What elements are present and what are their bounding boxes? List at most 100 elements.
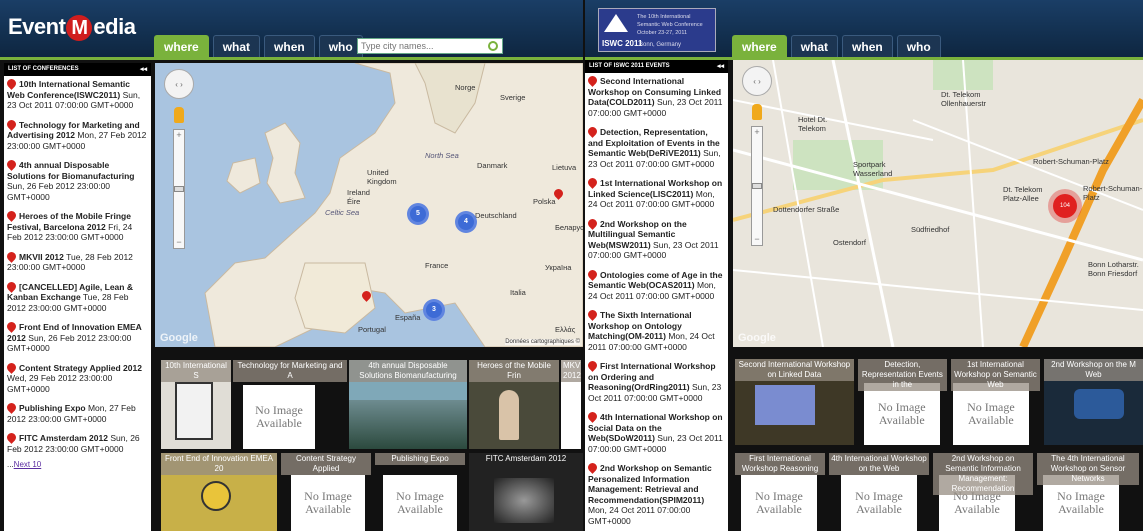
item-title[interactable]: Content Strategy Applied 2012 bbox=[19, 363, 142, 373]
event-thumbnail[interactable]: The 4th International Workshop on Sensor… bbox=[1037, 453, 1139, 531]
google-logo: Google bbox=[738, 332, 776, 344]
logo[interactable]: Event Media bbox=[8, 14, 136, 41]
bonn-map[interactable]: Dt. Telekom Ollenhauerstr Hotel Dt. Tele… bbox=[733, 60, 1143, 347]
list-item[interactable]: 2nd Workshop on the Multilingual Semanti… bbox=[585, 216, 728, 261]
event-thumbnail[interactable]: First International Workshop Reasoning No… bbox=[735, 453, 825, 531]
list-item[interactable]: Publishing Expo Mon, 27 Feb 2012 23:00:0… bbox=[4, 400, 151, 424]
item-title[interactable]: FITC Amsterdam 2012 bbox=[19, 433, 108, 443]
collapse-icon[interactable]: ◂◂ bbox=[717, 62, 724, 70]
tab-when[interactable]: when bbox=[842, 35, 893, 57]
item-title[interactable]: 10th International Semantic Web Conferen… bbox=[7, 79, 130, 100]
event-thumbnail[interactable]: 10th International S bbox=[161, 360, 231, 449]
list-item[interactable]: First International Workshop on Ordering… bbox=[585, 358, 728, 403]
event-thumbnail[interactable]: MKV 2012 bbox=[561, 360, 581, 449]
item-date: Mon, 24 Oct 2011 07:00:00 GMT+0000 bbox=[588, 505, 691, 526]
item-title[interactable]: 4th annual Disposable Solutions for Biom… bbox=[7, 160, 135, 181]
event-thumbnail[interactable]: Second International Workshop on Linked … bbox=[735, 359, 854, 445]
list-item[interactable]: 4th annual Disposable Solutions for Biom… bbox=[4, 157, 151, 202]
event-thumbnail[interactable]: Technology for Marketing and A No Image A… bbox=[233, 360, 347, 449]
pegman-icon[interactable] bbox=[174, 107, 184, 123]
zoom-in-icon[interactable]: + bbox=[752, 128, 762, 137]
list-header: LIST OF CONFERENCES ◂◂ bbox=[4, 63, 151, 76]
item-title[interactable]: Publishing Expo bbox=[19, 403, 86, 413]
europe-map[interactable]: Norge Sverige North Sea United Kingdom I… bbox=[155, 63, 583, 347]
list-item[interactable]: Front End of Innovation EMEA 2012 Sun, 2… bbox=[4, 319, 151, 354]
tab-what[interactable]: what bbox=[790, 35, 839, 57]
item-title[interactable]: MKVII 2012 bbox=[19, 252, 64, 262]
right-panel: The 10th International Semantic Web Confe… bbox=[585, 0, 1143, 531]
list-item[interactable]: Ontologies come of Age in the Semantic W… bbox=[585, 267, 728, 302]
list-item[interactable]: FITC Amsterdam 2012 Sun, 26 Feb 2012 23:… bbox=[4, 430, 151, 454]
list-item[interactable]: Second International Workshop on Consumi… bbox=[585, 73, 728, 118]
event-thumbnail[interactable]: Heroes of the Mobile Frin bbox=[469, 360, 559, 449]
map-cluster-marker[interactable]: 4 bbox=[455, 211, 477, 233]
event-thumbnail[interactable]: 1st International Workshop on Semantic W… bbox=[950, 359, 1040, 445]
pan-control[interactable]: ‹ › bbox=[164, 69, 194, 99]
zoom-slider-thumb[interactable] bbox=[174, 186, 184, 192]
header: Event Media where what when who bbox=[0, 0, 583, 60]
list-item[interactable]: [CANCELLED] Agile, Lean & Kanban Exchang… bbox=[4, 279, 151, 314]
map-cluster-marker[interactable]: 5 bbox=[407, 203, 429, 225]
zoom-in-icon[interactable]: + bbox=[174, 131, 184, 140]
map-pin-icon bbox=[5, 431, 18, 444]
zoom-slider[interactable]: + − bbox=[173, 129, 185, 249]
map-label: Dt. Telekom Platz-Allee bbox=[1003, 185, 1043, 203]
zoom-out-icon[interactable]: − bbox=[174, 238, 184, 247]
tab-what[interactable]: what bbox=[212, 35, 261, 57]
tab-who[interactable]: who bbox=[896, 35, 941, 57]
event-thumbnail[interactable]: 4th annual Disposable Solutions Biomanuf… bbox=[349, 360, 467, 449]
map-label: Hotel Dt. Telekom bbox=[798, 115, 828, 133]
map-cluster-marker[interactable]: 3 bbox=[423, 299, 445, 321]
map-pin-icon bbox=[586, 125, 599, 138]
event-thumbnail[interactable]: 4th International Workshop on the Web No … bbox=[829, 453, 929, 531]
event-thumbnail[interactable]: Detection, Representation Events in the N… bbox=[857, 359, 947, 445]
city-search-input[interactable] bbox=[358, 41, 484, 51]
event-thumbnail[interactable]: FITC Amsterdam 2012 bbox=[469, 453, 583, 531]
next-10-link[interactable]: Next 10 bbox=[14, 460, 42, 469]
event-thumbnail[interactable]: Publishing Expo No Image Available bbox=[375, 453, 465, 531]
search-icon[interactable] bbox=[488, 41, 498, 51]
map-label: Dottendorfer Straße bbox=[773, 205, 840, 214]
map-pin-icon bbox=[5, 401, 18, 414]
list-item[interactable]: MKVII 2012 Tue, 28 Feb 2012 23:00:00 GMT… bbox=[4, 249, 151, 273]
collapse-icon[interactable]: ◂◂ bbox=[140, 65, 147, 73]
list-item[interactable]: Heroes of the Mobile Fringe Festival, Ba… bbox=[4, 208, 151, 243]
map-pin-icon bbox=[586, 359, 599, 372]
zoom-slider[interactable]: + − bbox=[751, 126, 763, 246]
list-item[interactable]: 2nd Workshop on Semantic Personalized In… bbox=[585, 460, 728, 526]
google-logo: Google bbox=[160, 332, 198, 344]
tab-when[interactable]: when bbox=[264, 35, 315, 57]
zoom-out-icon[interactable]: − bbox=[752, 235, 762, 244]
iswc-banner[interactable]: The 10th International Semantic Web Confe… bbox=[598, 8, 716, 52]
map-cluster-marker[interactable]: 104 bbox=[1053, 194, 1077, 218]
map-label: Dt. Telekom Ollenhauerstr bbox=[941, 90, 987, 108]
list-item[interactable]: Content Strategy Applied 2012 Wed, 29 Fe… bbox=[4, 360, 151, 395]
list-item[interactable]: 10th International Semantic Web Conferen… bbox=[4, 76, 151, 111]
list-item[interactable]: 1st International Workshop on Linked Sci… bbox=[585, 175, 728, 210]
map-label: Polska bbox=[533, 197, 556, 206]
item-title[interactable]: Detection, Representation, and Exploitat… bbox=[588, 127, 720, 158]
map-label: Ireland Éire bbox=[347, 188, 370, 206]
event-thumbnail[interactable]: 2nd Workshop on Semantic Information Man… bbox=[933, 453, 1033, 531]
list-item[interactable]: Detection, Representation, and Exploitat… bbox=[585, 124, 728, 169]
map-label: Italia bbox=[510, 288, 526, 297]
tab-where[interactable]: where bbox=[154, 35, 209, 57]
event-thumbnail[interactable]: 2nd Workshop on the M Web bbox=[1043, 359, 1143, 445]
pegman-icon[interactable] bbox=[752, 104, 762, 120]
map-label: Bonn Lotharstr. Bonn Friesdorf bbox=[1088, 260, 1139, 278]
list-item[interactable]: Technology for Marketing and Advertising… bbox=[4, 117, 151, 152]
event-thumbnail[interactable]: Content Strategy Applied No Image Availab… bbox=[281, 453, 371, 531]
map-pin-icon bbox=[586, 176, 599, 189]
event-thumbnail[interactable]: Front End of Innovation EMEA 20 bbox=[161, 453, 277, 531]
map-pin-icon bbox=[5, 209, 18, 222]
event-list: LIST OF ISWC 2011 EVENTS ◂◂ Second Intern… bbox=[585, 60, 728, 531]
tab-where[interactable]: where bbox=[732, 35, 787, 57]
list-item[interactable]: 4th International Workshop on Social Dat… bbox=[585, 409, 728, 454]
list-item[interactable]: The Sixth International Workshop on Onto… bbox=[585, 307, 728, 352]
map-pin-icon bbox=[5, 77, 18, 90]
item-title[interactable]: 2nd Workshop on Semantic Personalized In… bbox=[588, 463, 712, 505]
map-label: Portugal bbox=[358, 325, 386, 334]
city-search bbox=[357, 38, 503, 54]
pan-control[interactable]: ‹ › bbox=[742, 66, 772, 96]
zoom-slider-thumb[interactable] bbox=[752, 183, 762, 189]
